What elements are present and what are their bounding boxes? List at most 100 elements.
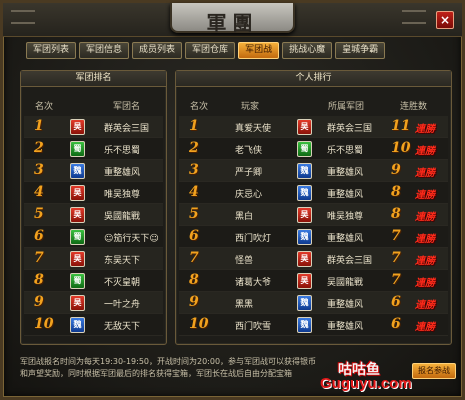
personal-row[interactable]: 3 严子卿 魏 重整雄风 9 連勝 (179, 160, 448, 182)
personal-ranking-title: 个人排行 (176, 71, 451, 87)
player-name: 黑黑 (235, 300, 254, 310)
personal-rank: 9 (189, 294, 199, 310)
player-name: 严子卿 (235, 168, 263, 178)
tab-legion-list[interactable]: 军团列表 (26, 42, 77, 59)
legion-row[interactable]: 4 吴 唯吴独尊 (24, 182, 163, 204)
legion-rank: 3 (34, 162, 44, 178)
wu-faction-icon: 吴 (297, 251, 312, 267)
player-name: 黑白 (235, 212, 254, 222)
legion-name: 唯吴独尊 (104, 190, 141, 200)
legion-row[interactable]: 2 蜀 乐不思蜀 (24, 138, 163, 160)
wu-faction-icon: 吴 (70, 119, 85, 135)
legion-rank: 10 (34, 316, 54, 332)
streak-label: 連勝 (415, 212, 435, 223)
close-button[interactable]: × (436, 11, 454, 29)
player-name: 庆忌心 (235, 190, 263, 200)
personal-row[interactable]: 2 老飞侠 蜀 乐不思蜀 10 連勝 (179, 138, 448, 160)
legion-name: ☺笳行天下☺ (104, 234, 159, 244)
player-legion: 重整雄风 (327, 190, 364, 200)
legion-row[interactable]: 6 蜀 ☺笳行天下☺ (24, 226, 163, 248)
wei-faction-icon: 魏 (297, 229, 312, 245)
legion-ranking-title: 军团排名 (21, 71, 166, 87)
shu-faction-icon: 蜀 (70, 273, 85, 289)
streak-count: 11 (391, 118, 411, 134)
tab-legion-war[interactable]: 军团战 (238, 42, 280, 59)
tab-legion-info[interactable]: 军团信息 (79, 42, 130, 59)
tab-legion-warehouse[interactable]: 军团仓库 (185, 42, 236, 59)
streak-count: 6 (391, 294, 401, 310)
personal-row[interactable]: 5 黑白 吴 唯吴独尊 8 連勝 (179, 204, 448, 226)
legion-name: 群英会三国 (104, 124, 150, 134)
legion-row[interactable]: 3 魏 重整雄风 (24, 160, 163, 182)
player-name: 真爱天使 (235, 124, 272, 134)
personal-col-rank: 名次 (190, 102, 209, 112)
tab-bar: 军团列表 军团信息 成员列表 军团仓库 军团战 挑战心魔 皇城争霸 (26, 42, 386, 60)
tab-member-list[interactable]: 成员列表 (132, 42, 183, 59)
legion-name: 重整雄风 (104, 168, 141, 178)
personal-row[interactable]: 7 怪兽 吴 群英会三国 7 連勝 (179, 248, 448, 270)
legion-row[interactable]: 5 吴 吳國龍戰 (24, 204, 163, 226)
legion-row[interactable]: 1 吴 群英会三国 (24, 116, 163, 138)
streak-count: 8 (391, 206, 401, 222)
player-legion: 吴國龍戰 (327, 278, 364, 288)
title-ornament-left (11, 10, 35, 24)
personal-rank: 6 (189, 228, 199, 244)
streak-label: 連勝 (415, 322, 435, 333)
personal-rank: 2 (189, 140, 199, 156)
personal-row[interactable]: 9 黑黑 魏 重整雄风 6 連勝 (179, 292, 448, 314)
personal-col-legion: 所属军团 (328, 102, 365, 112)
watermark-en: Guguyu.com (320, 375, 412, 392)
personal-row[interactable]: 8 诸葛大爷 吴 吴國龍戰 7 連勝 (179, 270, 448, 292)
personal-row[interactable]: 6 西门吹灯 魏 重整雄风 7 連勝 (179, 226, 448, 248)
wu-faction-icon: 吴 (70, 295, 85, 311)
shu-faction-icon: 蜀 (297, 141, 312, 157)
personal-row[interactable]: 1 真爱天使 吴 群英会三国 11 連勝 (179, 116, 448, 138)
legion-name: 东吴天下 (104, 256, 141, 266)
legion-name: 乐不思蜀 (104, 146, 141, 156)
player-legion: 唯吴独尊 (327, 212, 364, 222)
personal-rank: 4 (189, 184, 199, 200)
legion-row[interactable]: 10 魏 无敌天下 (24, 314, 163, 336)
personal-rank: 10 (189, 316, 209, 332)
sign-up-button[interactable]: 报名参战 (412, 363, 456, 379)
legion-ranking-list: 1 吴群英会三国 2 蜀乐不思蜀 3 魏重整雄风 4 吴唯吴独尊 5 吴吳國龍戰 6 蜀 ☺笳行天下☺ 7… (24, 116, 163, 336)
personal-row[interactable]: 10 西门吹雪 魏 重整雄风 6 連勝 (179, 314, 448, 336)
streak-count: 6 (391, 316, 401, 332)
player-name: 诸葛大爷 (235, 278, 272, 288)
personal-col-player: 玩家 (241, 102, 260, 112)
legion-row[interactable]: 8 蜀 不灭皇朝 (24, 270, 163, 292)
title-ornament-right (402, 10, 426, 24)
title-bar: 軍團 × (3, 3, 462, 37)
personal-rank: 1 (189, 118, 199, 134)
player-name: 怪兽 (235, 256, 254, 266)
streak-count: 7 (391, 272, 401, 288)
legion-rank: 6 (34, 228, 44, 244)
streak-count: 9 (391, 162, 401, 178)
legion-row[interactable]: 7 吴 东吴天下 (24, 248, 163, 270)
site-watermark: 咕咕鱼 Guguyu.com 报名参战 (308, 357, 458, 395)
wu-faction-icon: 吴 (70, 207, 85, 223)
legion-rank: 4 (34, 184, 44, 200)
personal-row[interactable]: 4 庆忌心 魏 重整雄风 8 連勝 (179, 182, 448, 204)
legion-rank: 2 (34, 140, 44, 156)
personal-col-streak: 连胜数 (400, 102, 428, 112)
legion-row[interactable]: 9 吴 一叶之舟 (24, 292, 163, 314)
wei-faction-icon: 魏 (297, 163, 312, 179)
streak-label: 連勝 (415, 278, 435, 289)
personal-rank: 3 (189, 162, 199, 178)
wu-faction-icon: 吴 (297, 273, 312, 289)
wei-faction-icon: 魏 (297, 317, 312, 333)
legion-rank: 1 (34, 118, 44, 134)
personal-rank: 5 (189, 206, 199, 222)
title-plate: 軍團 (170, 3, 295, 35)
streak-label: 連勝 (415, 300, 435, 311)
tab-imperial-contest[interactable]: 皇城争霸 (335, 42, 386, 59)
wei-faction-icon: 魏 (70, 317, 85, 333)
personal-ranking-panel: 个人排行 名次 玩家 所属军团 连胜数 1 真爱天使吴群英会三国 11 連勝 2 老飞侠蜀… (175, 70, 452, 345)
wu-faction-icon: 吴 (297, 119, 312, 135)
legion-rank: 8 (34, 272, 44, 288)
streak-label: 連勝 (415, 234, 435, 245)
streak-count: 7 (391, 228, 401, 244)
tab-challenge-demon[interactable]: 挑战心魔 (282, 42, 333, 59)
streak-label: 連勝 (415, 256, 435, 267)
